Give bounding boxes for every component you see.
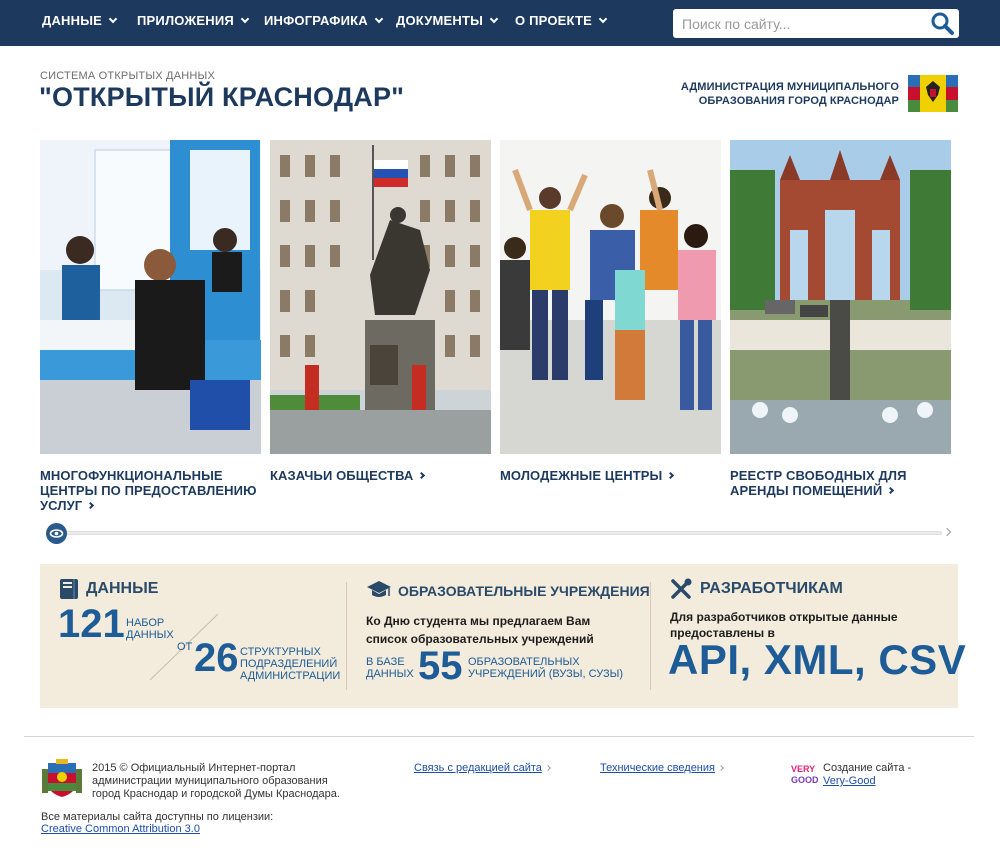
search-box [673,9,959,38]
stats-box: ДАННЫЕ 121 НАБОР ДАННЫХ ОТ 26 СТРУКТУРНЫХ… [40,564,966,708]
coat-of-arms-icon [42,759,82,797]
copyright-line: 2015 © Официальный Интернет-портал [92,762,296,774]
education-heading[interactable]: ОБРАЗОВАТЕЛЬНЫЕ УЧРЕЖДЕНИЯ [398,583,650,599]
card-title-mfc[interactable]: МНОГОФУНКЦИОНАЛЬНЫЕ ЦЕНТРЫ ПО ПРЕДОСТАВЛ… [40,468,261,513]
chevron-down-icon [108,14,118,24]
institutions-count: 55 [418,644,463,688]
made-by-text: Создание сайта - [823,762,912,774]
news-line: Ко Дню студента мы предлагаем Вам [366,614,591,628]
carousel-card-mfc[interactable] [40,140,261,454]
nav-item-documents[interactable]: ДОКУМЕНТЫ [396,13,499,28]
chevron-right-icon [718,765,724,771]
chevron-right-icon [418,471,426,480]
label-line: ДАННЫХ [366,668,414,680]
copyright-text: 2015 © Официальный Интернет-портал админ… [92,762,340,801]
very-good-link[interactable]: Very-Good [823,775,876,787]
nav-item-label: ДОКУМЕНТЫ [396,13,484,28]
column-divider [650,582,651,690]
chevron-right-icon [545,765,551,771]
nav-item-about[interactable]: О ПРОЕКТЕ [515,13,608,28]
administration-link[interactable]: АДМИНИСТРАЦИЯ МУНИЦИПАЛЬНОГО ОБРАЗОВАНИЯ… [640,80,899,108]
label-line: ОБРАЗОВАТЕЛЬНЫХ [468,656,580,668]
label-line: УЧРЕЖДЕНИЙ (ВУЗЫ, СУЗЫ) [468,668,623,680]
chevron-down-icon [489,14,499,24]
book-icon [60,579,78,599]
carousel-card-youth[interactable] [500,140,721,454]
nav-item-data[interactable]: ДАННЫЕ [42,13,118,28]
nav-item-label: ДАННЫЕ [42,13,103,28]
nav-item-label: ПРИЛОЖЕНИЯ [137,13,234,28]
database-label: В БАЗЕ ДАННЫХ [366,656,414,680]
carousel-next-arrow[interactable] [942,527,952,537]
search-input[interactable] [673,9,923,38]
carousel-scroll-handle[interactable] [46,523,67,544]
card-title-youth[interactable]: МОЛОДЕЖНЫЕ ЦЕНТРЫ [500,468,721,483]
contact-editors-link[interactable]: Связь с редакцией сайта [414,762,551,774]
news-line: список образовательных учреждений [366,632,594,646]
datasets-count: 121 [58,602,125,646]
nav-item-apps[interactable]: ПРИЛОЖЕНИЯ [137,13,250,28]
eye-icon [49,529,64,538]
column-divider [346,582,347,690]
link-label: Связь с редакцией сайта [414,762,542,774]
link-label: Технические сведения [600,762,715,774]
site-title[interactable]: "ОТКРЫТЫЙ КРАСНОДАР" [39,82,404,113]
data-heading[interactable]: ДАННЫЕ [86,580,158,598]
card-title-text: МНОГОФУНКЦИОНАЛЬНЫЕ ЦЕНТРЫ ПО ПРЕДОСТАВЛ… [40,468,257,513]
developers-heading[interactable]: РАЗРАБОТЧИКАМ [700,580,843,598]
tools-icon [671,578,692,599]
label-line: СТРУКТУРНЫХ [240,646,321,658]
from-label: ОТ [177,641,193,653]
card-title-rental[interactable]: РЕЕСТР СВОБОДНЫХ ДЛЯ АРЕНДЫ ПОМЕЩЕНИЙ [730,468,951,498]
carousel-scrollbar[interactable] [60,531,942,535]
main-panel: СИСТЕМА ОТКРЫТЫХ ДАННЫХ "ОТКРЫТЫЙ КРАСНО… [0,46,1000,860]
chevron-right-icon [87,501,95,510]
license-link[interactable]: Creative Common Attribution 3.0 [41,823,200,835]
label-line: ПОДРАЗДЕЛЕНИЙ [240,658,338,670]
card-title-text: МОЛОДЕЖНЫЕ ЦЕНТРЫ [500,468,663,483]
nav-item-label: О ПРОЕКТЕ [515,13,593,28]
very-good-logo[interactable]: VERY GOOD [790,762,818,786]
divisions-label: СТРУКТУРНЫХ ПОДРАЗДЕЛЕНИЙ АДМИНИСТРАЦИИ [240,646,340,682]
carousel-card-rental[interactable] [730,140,951,454]
institutions-label: ОБРАЗОВАТЕЛЬНЫХ УЧРЕЖДЕНИЙ (ВУЗЫ, СУЗЫ) [468,656,623,680]
card-title-text: КАЗАЧЬИ ОБЩЕСТВА [270,468,414,483]
education-news[interactable]: Ко Дню студента мы предлагаем Вам список … [366,612,616,648]
cossack-monument-photo [270,140,491,454]
divisions-count: 26 [194,636,239,680]
chevron-right-icon [667,471,675,480]
nav-item-infographics[interactable]: ИНФОГРАФИКА [264,13,384,28]
copyright-line: администрации муниципального образования [92,775,328,787]
chevron-down-icon [240,14,250,24]
copyright-line: город Краснодар и городской Думы Краснод… [92,788,340,800]
krasnodar-flag-icon[interactable] [908,75,958,112]
administration-line: АДМИНИСТРАЦИЯ МУНИЦИПАЛЬНОГО [680,81,899,93]
chevron-down-icon [374,14,384,24]
graduation-cap-icon [367,581,391,597]
chevron-down-icon [598,14,608,24]
label-line: В БАЗЕ [366,656,405,668]
site-subtitle: СИСТЕМА ОТКРЫТЫХ ДАННЫХ [40,70,215,82]
chevron-right-icon [887,486,895,495]
label-line: АДМИНИСТРАЦИИ [240,670,341,682]
jumping-youth-photo [500,140,721,454]
carousel-card-cossacks[interactable] [270,140,491,454]
data-formats[interactable]: API, XML, CSV [668,636,966,684]
card-title-cossacks[interactable]: КАЗАЧЬИ ОБЩЕСТВА [270,468,491,483]
search-icon [931,12,954,35]
top-nav: ДАННЫЕ ПРИЛОЖЕНИЯ ИНФОГРАФИКА ДОКУМЕНТЫ … [0,0,1000,46]
logo-text-bottom: GOOD [791,775,818,785]
triumphal-arch-photo [730,140,951,454]
search-button[interactable] [930,11,955,36]
logo-text-top: VERY [791,764,815,774]
footer-divider [24,736,974,737]
office-service-photo [40,140,261,454]
technical-info-link[interactable]: Технические сведения [600,762,724,774]
nav-item-label: ИНФОГРАФИКА [264,13,368,28]
card-title-text: РЕЕСТР СВОБОДНЫХ ДЛЯ АРЕНДЫ ПОМЕЩЕНИЙ [730,468,907,498]
text-line: Для разработчиков открытые данные [670,610,898,624]
administration-line: ОБРАЗОВАНИЯ ГОРОД КРАСНОДАР [698,95,899,107]
